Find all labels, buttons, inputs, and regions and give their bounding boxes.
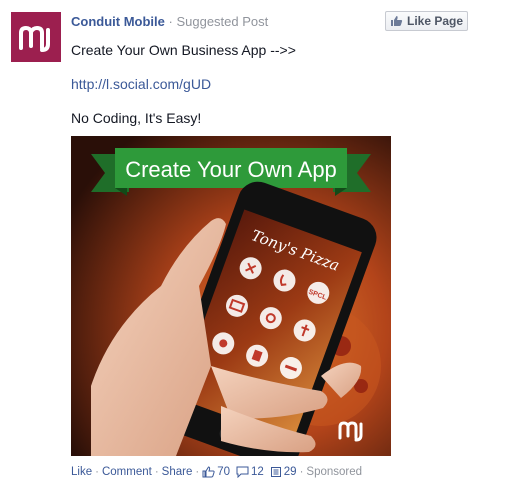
share-icon (270, 467, 281, 477)
likes-count[interactable]: 70 (202, 465, 230, 479)
shares-count[interactable]: 29 (270, 465, 297, 479)
post-text-line: Create Your Own Business App -->> (71, 42, 296, 58)
like-link[interactable]: Like (71, 465, 92, 479)
banner-text: Create Your Own App (125, 157, 337, 182)
likes-count-value: 70 (217, 466, 230, 478)
comments-count-value: 12 (250, 466, 264, 478)
page-avatar[interactable] (11, 12, 61, 62)
thumbs-up-icon (390, 16, 403, 26)
like-page-label: Like Page (406, 14, 464, 28)
thumbs-up-icon (202, 466, 215, 478)
ad-image[interactable]: Create Your Own App Tony's Pizza SPCL (71, 136, 391, 456)
ad-illustration: Create Your Own App Tony's Pizza SPCL (71, 136, 391, 456)
page-name-link[interactable]: Conduit Mobile (71, 14, 165, 29)
post-header: Conduit Mobile · Suggested Post (71, 13, 268, 30)
header-separator: · (168, 14, 173, 29)
comment-link[interactable]: Comment (102, 465, 152, 479)
share-link[interactable]: Share (162, 465, 193, 479)
conduit-logo-icon (19, 25, 50, 52)
post-link[interactable]: http://l.social.com/gUD (71, 75, 211, 93)
suggested-post-label: Suggested Post (176, 14, 269, 29)
footer-separator: · (299, 466, 304, 478)
shares-count-value: 29 (283, 466, 297, 478)
footer-separator: · (195, 466, 200, 478)
footer-separator: · (95, 466, 99, 478)
post-text-line: No Coding, It's Easy! (71, 110, 202, 126)
post-footer: Like · Comment · Share · 70 12 29 · Spon… (71, 465, 362, 479)
sponsored-label: Sponsored (306, 466, 363, 478)
like-page-button[interactable]: Like Page (385, 11, 468, 31)
comment-bubble-icon (236, 466, 249, 478)
footer-separator: · (154, 466, 159, 478)
comments-count[interactable]: 12 (236, 465, 264, 479)
